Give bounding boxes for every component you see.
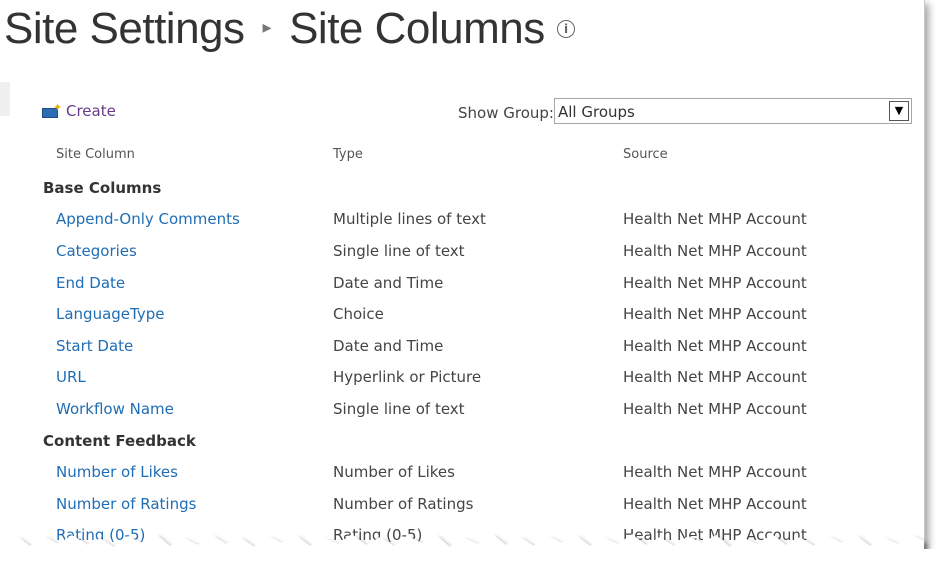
show-group-select[interactable]: All Groups ▼	[554, 98, 912, 124]
site-column-link[interactable]: Categories	[56, 242, 137, 260]
column-source: Health Net MHP Account	[623, 305, 807, 323]
column-source: Health Net MHP Account	[623, 210, 807, 228]
column-type: Hyperlink or Picture	[333, 368, 482, 386]
new-column-icon: ✦	[42, 102, 62, 119]
column-source: Health Net MHP Account	[623, 526, 807, 544]
group-heading: Content Feedback	[43, 432, 196, 450]
site-column-link[interactable]: URL	[56, 368, 86, 386]
info-icon[interactable]: i	[556, 20, 575, 39]
breadcrumb-parent[interactable]: Site Settings	[4, 4, 245, 53]
column-source: Health Net MHP Account	[623, 337, 807, 355]
breadcrumb-separator-icon: ▸	[262, 17, 272, 38]
column-source: Health Net MHP Account	[623, 463, 807, 481]
left-nav-edge	[0, 82, 10, 116]
group-heading: Base Columns	[43, 179, 162, 197]
site-column-link[interactable]: Rating (0-5)	[56, 526, 145, 544]
column-type: Choice	[333, 305, 384, 323]
breadcrumb-current: Site Columns	[289, 4, 545, 53]
site-column-link[interactable]: Workflow Name	[56, 400, 174, 418]
site-column-link[interactable]: Start Date	[56, 337, 133, 355]
create-label: Create	[66, 102, 116, 120]
site-column-link[interactable]: End Date	[56, 274, 125, 292]
column-source: Health Net MHP Account	[623, 274, 807, 292]
site-column-link[interactable]: LanguageType	[56, 305, 164, 323]
show-group-value: All Groups	[558, 103, 635, 121]
chevron-down-icon[interactable]: ▼	[889, 101, 909, 121]
show-group-label: Show Group:	[458, 104, 554, 122]
site-columns-page: Site Settings ▸ Site Columns i ✦ Create Sho…	[0, 0, 925, 548]
column-type: Single line of text	[333, 400, 465, 418]
site-column-link[interactable]: Append-Only Comments	[56, 210, 240, 228]
column-source: Health Net MHP Account	[623, 368, 807, 386]
column-type: Number of Likes	[333, 463, 455, 481]
column-type: Number of Ratings	[333, 495, 474, 513]
column-source: Health Net MHP Account	[623, 242, 807, 260]
site-column-link[interactable]: Number of Ratings	[56, 495, 196, 513]
column-type: Date and Time	[333, 337, 444, 355]
column-type: Date and Time	[333, 274, 444, 292]
column-type: Rating (0-5)	[333, 526, 423, 544]
column-header-site-column: Site Column	[56, 147, 135, 162]
column-header-type: Type	[333, 147, 363, 162]
page-title: Site Settings ▸ Site Columns i	[4, 4, 575, 56]
column-type: Single line of text	[333, 242, 465, 260]
create-button[interactable]: ✦ Create	[42, 102, 116, 120]
site-column-link[interactable]: Number of Likes	[56, 463, 178, 481]
column-header-source: Source	[623, 147, 668, 162]
column-source: Health Net MHP Account	[623, 495, 807, 513]
column-type: Multiple lines of text	[333, 210, 486, 228]
column-source: Health Net MHP Account	[623, 400, 807, 418]
